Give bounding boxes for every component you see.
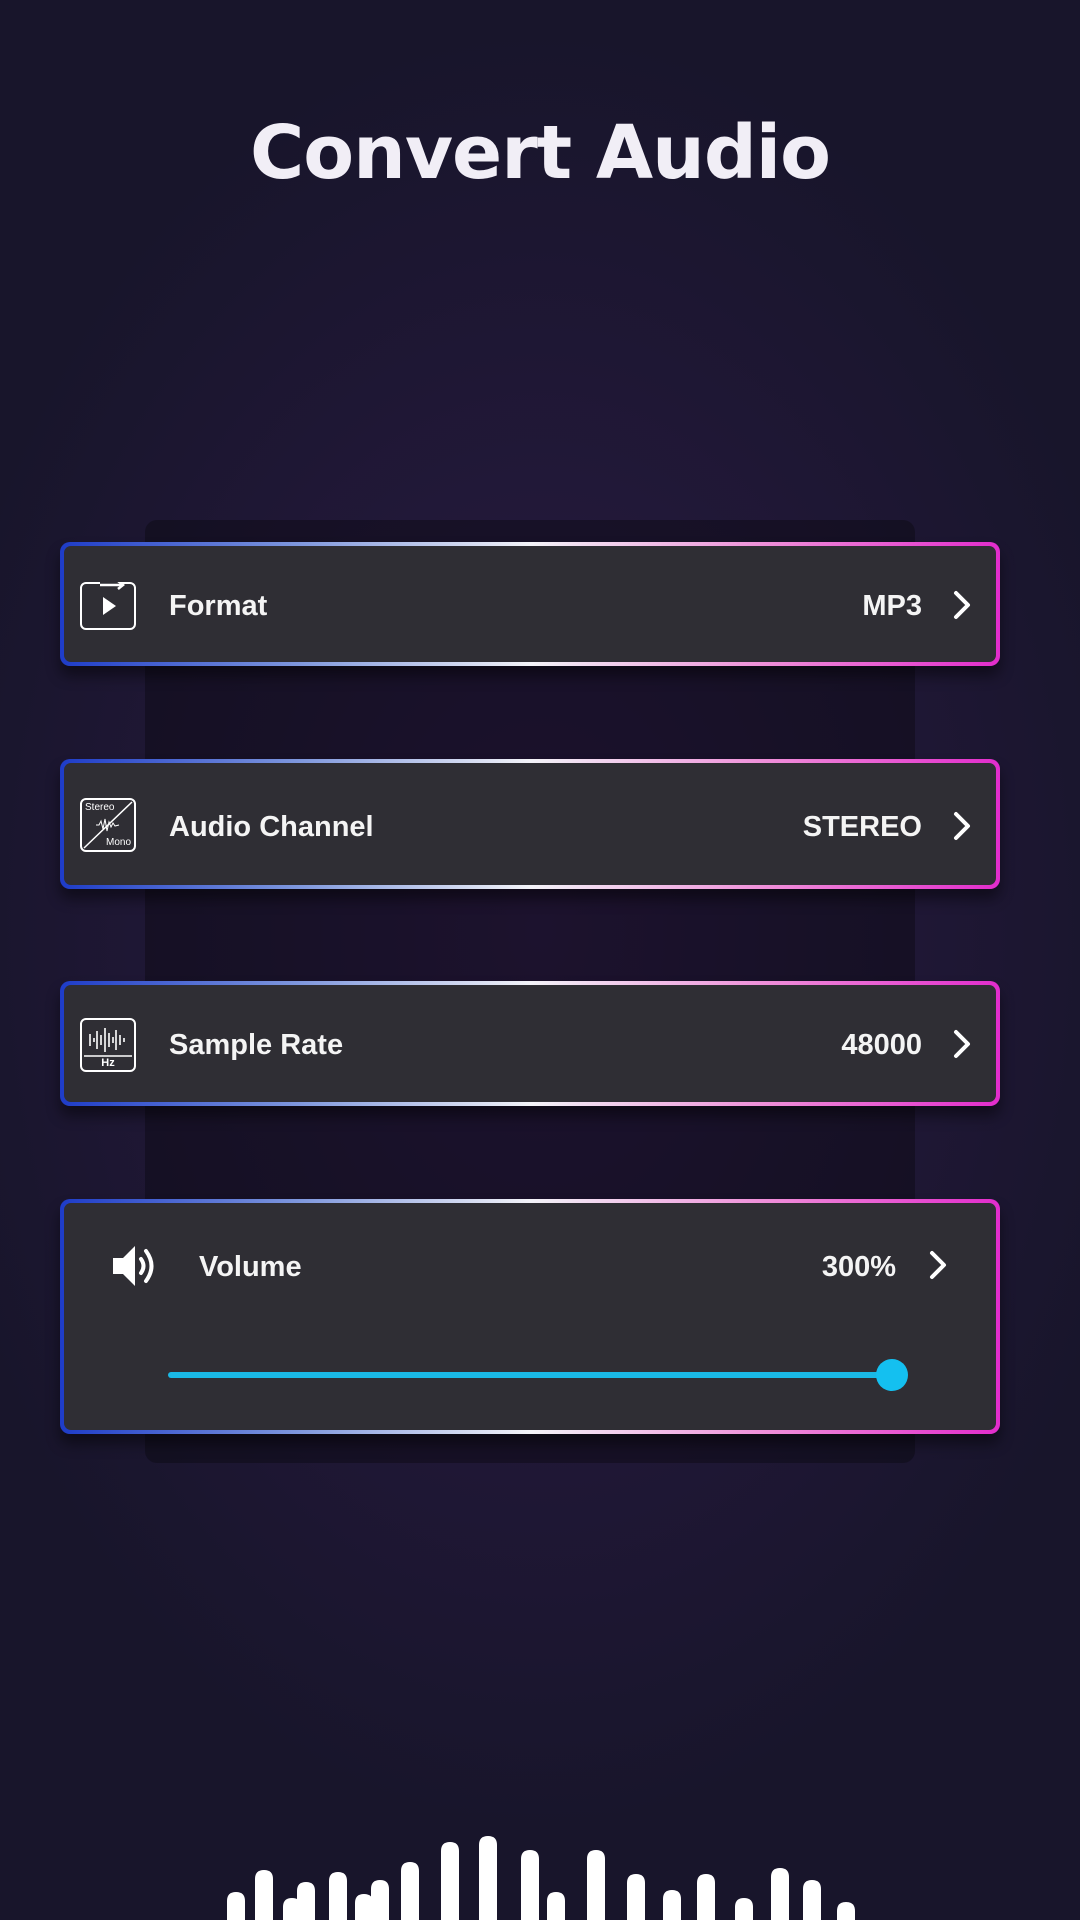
waveform-peak [587,1850,605,1920]
chevron-right-icon[interactable] [950,1029,974,1059]
chevron-right-icon[interactable] [950,811,974,841]
sample-rate-value: 48000 [841,1029,922,1061]
play-file-icon [80,582,136,630]
audio-waveform-decoration [227,1836,855,1920]
waveform-peak [697,1874,715,1920]
waveform-peak [521,1850,539,1920]
waveform-peak [803,1880,821,1920]
format-value: MP3 [862,590,922,622]
waveform-peak [547,1892,565,1920]
waveform-peak [371,1880,389,1920]
sample-rate-label: Sample Rate [169,1029,344,1061]
audio-channel-row[interactable]: Stereo Mono Audio Channel STEREO [60,759,1000,889]
waveform-peak [441,1842,459,1920]
chevron-right-icon[interactable] [950,590,974,620]
waveform-peak [329,1872,347,1920]
volume-slider-thumb[interactable] [876,1359,908,1391]
waveform-peak [255,1870,273,1920]
volume-value: 300% [821,1251,896,1283]
waveform-peak [663,1890,681,1920]
sample-rate-row[interactable]: Hz Sample Rate 48000 [60,981,1000,1106]
hz-icon-text: Hz [101,1057,115,1069]
waveform-peak [627,1874,645,1920]
waveform-peak [735,1898,753,1920]
volume-slider-track[interactable] [168,1372,892,1378]
audio-channel-value: STEREO [802,811,922,843]
format-label: Format [169,590,268,622]
volume-label: Volume [199,1251,302,1283]
waveform-peak [297,1882,315,1920]
volume-row[interactable]: Volume 300% [60,1199,1000,1434]
waveform-peak [771,1868,789,1920]
waveform-hz-icon: Hz [80,1018,136,1072]
format-row[interactable]: Format MP3 [60,542,1000,666]
page-title: Convert Audio [249,110,831,196]
waveform-peak [837,1902,855,1920]
waveform-peak [355,1894,373,1920]
waveform-peak [227,1892,245,1920]
stereo-mono-icon: Stereo Mono [80,798,136,852]
audio-channel-label: Audio Channel [169,811,374,843]
chevron-right-icon[interactable] [926,1250,950,1280]
waveform-peak [479,1836,497,1920]
speaker-icon [113,1246,154,1286]
waveform-peak [401,1862,419,1920]
